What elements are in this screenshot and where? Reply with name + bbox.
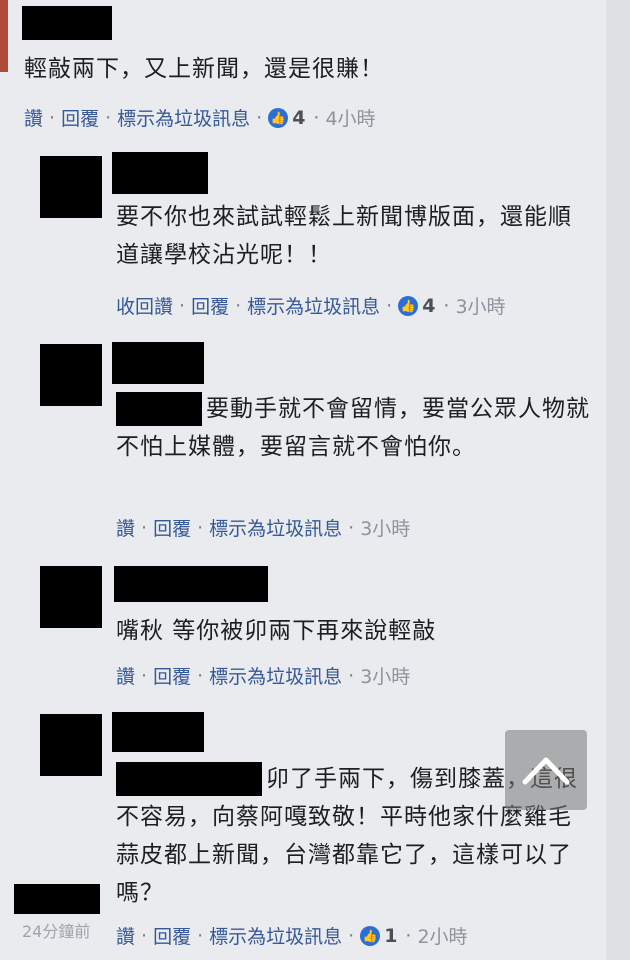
- separator: ·: [386, 294, 393, 317]
- reply-text: 要不你也來試試輕鬆上新聞博版面，還能順道讓學校沾光呢！！: [116, 204, 572, 268]
- redacted-avatar[interactable]: [40, 714, 102, 776]
- floating-timestamp: 24分鐘前: [22, 922, 91, 941]
- separator: ·: [141, 924, 148, 947]
- comment-time[interactable]: 4小時: [325, 104, 375, 131]
- thumbs-up-icon: 👍: [268, 107, 289, 128]
- separator: ·: [256, 106, 263, 129]
- separator: ·: [197, 664, 204, 687]
- scroll-to-top-button[interactable]: [505, 730, 587, 810]
- comment-actions: 讚 · 回覆 · 標示為垃圾訊息 · 👍 4 · 4小時: [24, 104, 376, 131]
- redacted-author-name: [22, 6, 112, 40]
- mark-spam-link[interactable]: 標示為垃圾訊息: [209, 514, 342, 541]
- redacted-avatar[interactable]: [40, 566, 102, 628]
- mark-spam-link[interactable]: 標示為垃圾訊息: [209, 922, 342, 949]
- profile-image-edge: [0, 0, 8, 72]
- separator: ·: [141, 516, 148, 539]
- redacted-overlay-name: [14, 884, 100, 914]
- redacted-author-name: [112, 712, 204, 752]
- thumbs-up-icon: 👍: [360, 925, 381, 946]
- comment-time[interactable]: 3小時: [455, 292, 505, 319]
- separator: ·: [197, 924, 204, 947]
- separator: ·: [443, 294, 450, 317]
- redacted-author-name: [112, 342, 204, 384]
- separator: ·: [179, 294, 186, 317]
- separator: ·: [141, 664, 148, 687]
- separator: ·: [405, 924, 412, 947]
- like-count[interactable]: 4: [292, 107, 305, 129]
- unlike-link[interactable]: 收回讚: [116, 292, 173, 319]
- reply-actions: 讚 · 回覆 · 標示為垃圾訊息 · 3小時: [116, 662, 410, 689]
- reply-link[interactable]: 回覆: [61, 104, 99, 131]
- reply-actions: 讚 · 回覆 · 標示為垃圾訊息 · 3小時: [116, 514, 410, 541]
- comment-time[interactable]: 2小時: [417, 922, 467, 949]
- page-edge: [606, 0, 630, 960]
- reply-link[interactable]: 回覆: [153, 514, 191, 541]
- separator: ·: [348, 924, 355, 947]
- redacted-author-name: [112, 152, 208, 194]
- reply-link[interactable]: 回覆: [191, 292, 229, 319]
- like-link[interactable]: 讚: [116, 514, 135, 541]
- like-link[interactable]: 讚: [24, 104, 43, 131]
- redacted-author-name: [114, 566, 268, 602]
- reply-text: 要動手就不會留情，要當公眾人物就不怕上媒體，要留言就不會怕你。: [116, 396, 590, 460]
- reply-link[interactable]: 回覆: [153, 922, 191, 949]
- separator: ·: [348, 516, 355, 539]
- like-link[interactable]: 讚: [116, 922, 135, 949]
- thumbs-up-icon: 👍: [398, 295, 419, 316]
- like-count[interactable]: 4: [422, 295, 435, 317]
- separator: ·: [235, 294, 242, 317]
- separator: ·: [49, 106, 56, 129]
- separator: ·: [348, 664, 355, 687]
- separator: ·: [105, 106, 112, 129]
- like-link[interactable]: 讚: [116, 662, 135, 689]
- mark-spam-link[interactable]: 標示為垃圾訊息: [117, 104, 250, 131]
- separator: ·: [313, 106, 320, 129]
- separator: ·: [197, 516, 204, 539]
- mark-spam-link[interactable]: 標示為垃圾訊息: [209, 662, 342, 689]
- reply-text: 嘴秋 等你被卯兩下再來說輕敲: [116, 618, 437, 644]
- reply-link[interactable]: 回覆: [153, 662, 191, 689]
- mark-spam-link[interactable]: 標示為垃圾訊息: [247, 292, 380, 319]
- comment-text: 輕敲兩下，又上新聞，還是很賺！: [24, 56, 384, 82]
- like-count[interactable]: 1: [384, 925, 397, 947]
- reply-actions: 收回讚 · 回覆 · 標示為垃圾訊息 · 👍 4 · 3小時: [116, 292, 506, 319]
- reply-actions: 讚 · 回覆 · 標示為垃圾訊息 · 👍 1 · 2小時: [116, 922, 468, 949]
- redacted-avatar[interactable]: [40, 156, 102, 218]
- redacted-avatar[interactable]: [40, 344, 102, 406]
- comment-time[interactable]: 3小時: [360, 662, 410, 689]
- chevron-up-icon: [522, 757, 570, 785]
- comment-time[interactable]: 3小時: [360, 514, 410, 541]
